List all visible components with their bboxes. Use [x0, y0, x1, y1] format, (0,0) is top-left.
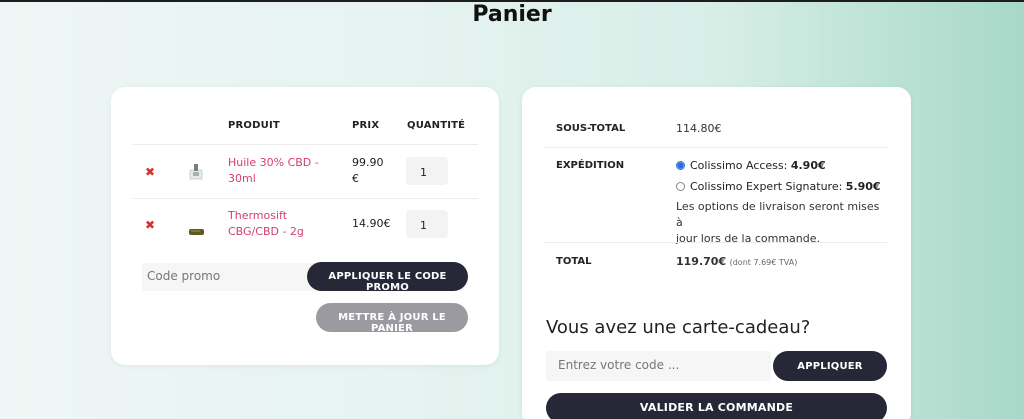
total-amount: 119.70€ — [676, 255, 727, 268]
product-name-line[interactable]: Thermosift — [228, 208, 304, 224]
product-name-line[interactable]: 30ml — [228, 171, 319, 187]
row-divider — [133, 198, 478, 199]
remove-item-icon[interactable]: ✖ — [145, 165, 155, 179]
subtotal-value: 114.80€ — [676, 122, 722, 135]
apply-promo-button[interactable]: APPLIQUER LE CODE PROMO — [307, 262, 468, 293]
header-price: PRIX — [352, 120, 380, 131]
shipping-radio-expert[interactable] — [676, 182, 685, 191]
product-name-line[interactable]: CBG/CBD - 2g — [228, 224, 304, 240]
price-line: € — [352, 172, 359, 185]
shipping-radio-access[interactable] — [676, 161, 685, 170]
product-price: 14.90€ — [352, 217, 391, 230]
shipping-label: EXPÉDITION — [556, 160, 625, 171]
divider — [544, 242, 887, 243]
shipping-option-name: Colissimo Expert Signature: — [690, 180, 846, 193]
shipping-option-name: Colissimo Access: — [690, 159, 791, 172]
promo-code-input[interactable]: Code promo — [142, 263, 322, 291]
product-thumbnail-oil[interactable] — [188, 162, 204, 180]
shipping-option-access[interactable]: Colissimo Access: 4.90€ — [690, 159, 826, 172]
row-divider — [133, 144, 478, 145]
remove-item-icon[interactable]: ✖ — [145, 218, 155, 232]
price-line: 99.90 — [352, 156, 384, 169]
product-thumbnail-hash[interactable] — [188, 221, 205, 235]
product-link[interactable]: Huile 30% CBD - 30ml — [228, 155, 319, 187]
header-product: PRODUIT — [228, 120, 280, 131]
shipping-note-line: jour lors de la commande. — [676, 232, 821, 245]
product-name-line[interactable]: Huile 30% CBD - — [228, 155, 319, 171]
shipping-note: Les options de livraison seront mises à … — [676, 199, 886, 247]
checkout-button[interactable]: VALIDER LA COMMANDE — [546, 393, 887, 419]
gift-code-input[interactable]: Entrez votre code ... — [546, 351, 771, 381]
page-title: Panier — [472, 2, 552, 27]
total-value: 119.70€ (dont 7.69€ TVA) — [676, 255, 797, 268]
product-price: 99.90 € — [352, 155, 384, 187]
total-label: TOTAL — [556, 256, 592, 267]
header-quantity: QUANTITÉ — [407, 120, 466, 131]
quantity-input[interactable]: 1 — [406, 210, 448, 238]
cart-totals-card: SOUS-TOTAL 114.80€ EXPÉDITION Colissimo … — [522, 87, 911, 419]
shipping-option-price: 5.90€ — [845, 180, 881, 193]
divider — [544, 147, 887, 148]
quantity-input[interactable]: 1 — [406, 157, 448, 185]
subtotal-label: SOUS-TOTAL — [556, 123, 626, 134]
product-link[interactable]: Thermosift CBG/CBD - 2g — [228, 208, 304, 240]
shipping-note-line: Les options de livraison seront mises à — [676, 200, 880, 229]
apply-gift-button[interactable]: APPLIQUER — [773, 351, 887, 381]
update-cart-button[interactable]: METTRE À JOUR LE PANIER — [316, 303, 468, 334]
shipping-option-price: 4.90€ — [790, 159, 826, 172]
gift-card-heading: Vous avez une carte-cadeau? — [546, 317, 811, 338]
cart-table-card: PRODUIT PRIX QUANTITÉ ✖ Huile 30% CBD - … — [111, 87, 499, 365]
total-tax: (dont 7.69€ TVA) — [729, 258, 798, 267]
shipping-option-expert[interactable]: Colissimo Expert Signature: 5.90€ — [690, 180, 881, 193]
